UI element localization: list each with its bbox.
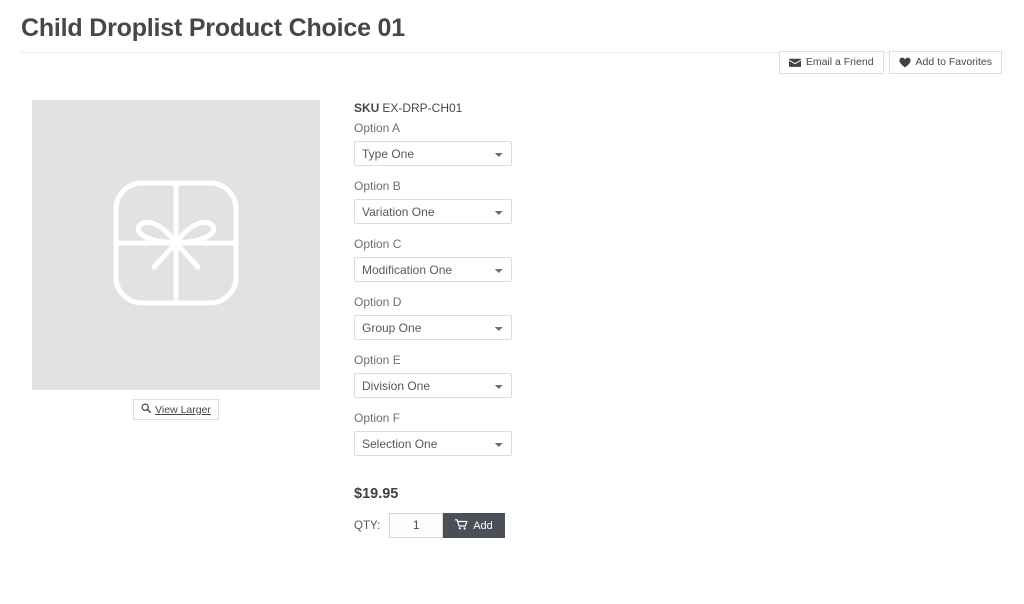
option-d-label: Option D bbox=[354, 295, 402, 309]
option-b-label: Option B bbox=[354, 179, 401, 193]
option-group-b: Option B Variation One bbox=[354, 178, 684, 224]
option-e-select[interactable]: Division One bbox=[354, 373, 512, 398]
quantity-input[interactable] bbox=[389, 513, 444, 538]
option-group-d: Option D Group One bbox=[354, 294, 684, 340]
add-to-cart-button[interactable]: Add bbox=[443, 513, 505, 538]
envelope-icon bbox=[788, 58, 801, 68]
view-larger-label: View Larger bbox=[155, 403, 211, 416]
option-group-e: Option E Division One bbox=[354, 352, 684, 398]
quantity-row: QTY: Add bbox=[354, 513, 684, 538]
sku-row: SKU EX-DRP-CH01 bbox=[354, 100, 684, 116]
bottom-divider bbox=[277, 597, 747, 598]
product-media-column: View Larger bbox=[32, 100, 320, 420]
option-c-select[interactable]: Modification One bbox=[354, 257, 512, 282]
option-c-label: Option C bbox=[354, 237, 402, 251]
product-action-bar: Email a Friend Add to Favorites bbox=[778, 51, 1002, 74]
option-group-c: Option C Modification One bbox=[354, 236, 684, 282]
page-title: Child Droplist Product Choice 01 bbox=[21, 14, 405, 42]
option-d-select[interactable]: Group One bbox=[354, 315, 512, 340]
add-to-cart-label: Add bbox=[473, 519, 493, 532]
product-image[interactable] bbox=[32, 100, 320, 390]
option-e-label: Option E bbox=[354, 353, 401, 367]
add-to-favorites-button[interactable]: Add to Favorites bbox=[888, 51, 1002, 74]
email-a-friend-label: Email a Friend bbox=[805, 56, 874, 68]
option-b-select[interactable]: Variation One bbox=[354, 199, 512, 224]
sku-value: EX-DRP-CH01 bbox=[382, 101, 463, 115]
option-group-a: Option A Type One bbox=[354, 120, 684, 166]
gift-box-icon bbox=[90, 157, 262, 334]
add-to-favorites-label: Add to Favorites bbox=[915, 56, 992, 68]
option-group-f: Option F Selection One bbox=[354, 410, 684, 456]
view-larger-button[interactable]: View Larger bbox=[133, 399, 219, 420]
option-f-label: Option F bbox=[354, 411, 401, 425]
page-header: Child Droplist Product Choice 01 bbox=[0, 0, 1024, 53]
view-larger-container: View Larger bbox=[32, 399, 320, 420]
quantity-label: QTY: bbox=[354, 519, 381, 532]
option-a-select[interactable]: Type One bbox=[354, 141, 512, 166]
product-price: $19.95 bbox=[354, 486, 399, 502]
cart-icon bbox=[454, 518, 468, 533]
magnifier-icon bbox=[141, 403, 151, 416]
email-a-friend-button[interactable]: Email a Friend bbox=[778, 51, 884, 74]
heart-icon bbox=[898, 57, 911, 68]
option-a-label: Option A bbox=[354, 121, 401, 135]
product-details-column: SKU EX-DRP-CH01 Option A Type One Option … bbox=[354, 100, 684, 538]
purchase-block: $19.95 QTY: Add bbox=[354, 484, 684, 538]
sku-label: SKU bbox=[354, 101, 380, 115]
option-f-select[interactable]: Selection One bbox=[354, 431, 512, 456]
